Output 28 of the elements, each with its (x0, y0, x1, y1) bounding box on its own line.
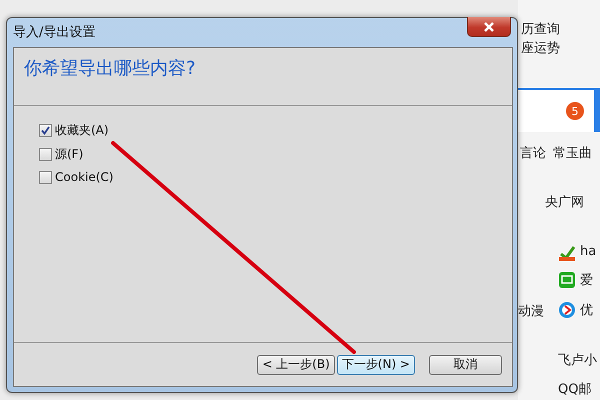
page-link[interactable]: 常玉曲 (553, 144, 592, 162)
page-link[interactable]: 座运势 (521, 39, 560, 57)
checkbox-label[interactable]: Cookie(C) (55, 170, 114, 184)
window-title: 导入/导出设置 (13, 24, 96, 41)
site-link[interactable]: ha (580, 244, 596, 259)
page-link[interactable]: 飞卢小 (558, 351, 597, 369)
checkbox[interactable] (39, 148, 52, 161)
checkbox-label[interactable]: 收藏夹(A) (55, 122, 109, 139)
checkbox[interactable] (39, 170, 52, 184)
play-icon (558, 301, 576, 319)
page-link[interactable]: 央广网 (545, 193, 584, 211)
page-link[interactable]: QQ邮 (558, 380, 592, 398)
page-link[interactable]: 言论 (520, 144, 546, 162)
page-link[interactable]: 历查询 (521, 20, 560, 38)
tv-icon (558, 271, 576, 289)
dialog-question: 你希望导出哪些内容? (24, 58, 196, 79)
checkbox-label[interactable]: 源(F) (55, 146, 84, 163)
leaf-icon (558, 244, 576, 262)
page-link[interactable]: 动漫 (518, 302, 544, 320)
dialog-button[interactable]: 取消 (429, 354, 502, 374)
close-button[interactable] (467, 17, 511, 37)
dialog-button[interactable]: < 上一步(B) (257, 354, 335, 374)
count-badge: 5 (566, 102, 584, 120)
site-link[interactable]: 优 (580, 301, 593, 319)
site-link[interactable]: 爱 (580, 271, 593, 289)
close-icon (483, 22, 495, 32)
checkbox[interactable] (39, 124, 52, 137)
dialog-button[interactable]: 下一步(N) > (336, 354, 415, 374)
